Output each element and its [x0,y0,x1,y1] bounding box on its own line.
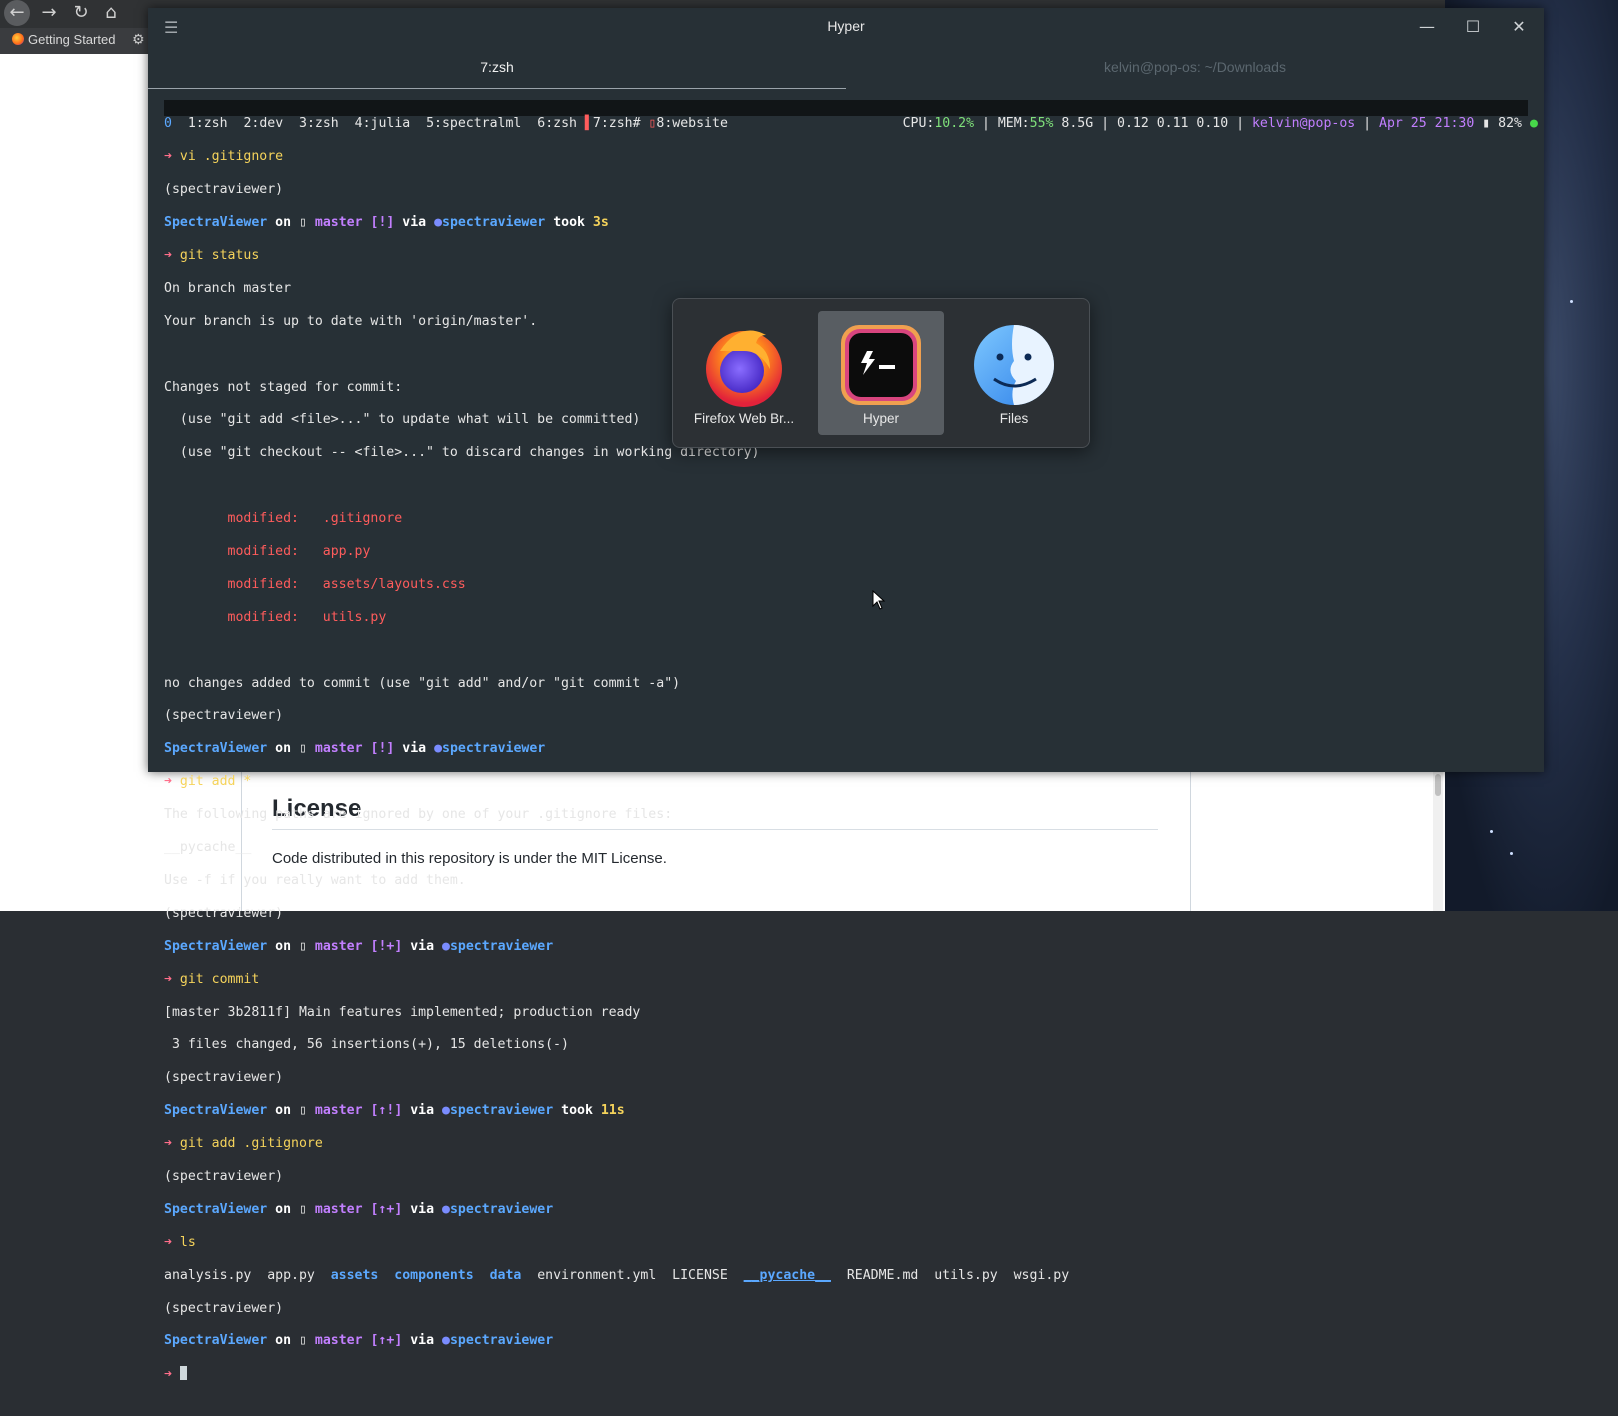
mem-label: MEM: [997,116,1030,132]
mouse-pointer-icon [872,590,886,610]
gear-icon[interactable]: ⚙ [132,32,145,48]
terminal-line: On branch master [164,280,292,296]
status-user: kelvin@pop-os [1251,116,1356,132]
command-text: vi .gitignore [179,149,284,165]
branch-icon: ▯ [299,1333,307,1349]
command-text: ls [179,1234,196,1250]
status-line: 0 1:zsh 2:dev 3:zsh 4:julia 5:spectralml… [164,116,1538,132]
status-dot-icon: ● [1529,116,1538,132]
terminal-line: no changes added to commit (use "git add… [164,675,681,691]
files-icon [974,325,1054,405]
cpu-value: 10.2% [934,116,975,132]
app-label-firefox: Firefox Web Br... [693,411,795,426]
terminal-line: [master 3b2811f] Main features implement… [164,1004,641,1020]
star [1570,300,1573,303]
app-label-hyper: Hyper [862,411,899,426]
status-window-5[interactable]: 5:spectralml [426,116,521,131]
status-window-4[interactable]: 4:julia [355,116,411,131]
prompt-line: SpectraViewer on ▯ master [↑!] via ●spec… [164,1103,625,1119]
terminal-line: ➜ git add .gitignore [164,1136,323,1152]
tab-bar: 7:zsh kelvin@pop-os: ~/Downloads [148,48,1544,89]
terminal-line: ➜ vi .gitignore [164,149,284,165]
home-icon[interactable]: ⌂ [98,0,124,26]
prompt-line: SpectraViewer on ▯ master [!] via ●spect… [164,741,546,757]
app-label-files: Files [999,411,1029,426]
command-text: git commit [179,971,260,987]
prompt-line: SpectraViewer on ▯ master [!+] via ●spec… [164,938,554,954]
status-window-6[interactable]: 6:zsh [537,116,577,131]
back-icon[interactable]: ← [4,0,30,26]
terminal-line: ➜ git commit [164,971,260,987]
modified-file-line: modified: assets/layouts.css [164,576,466,592]
window-title: Hyper [827,18,865,34]
firefox-favicon-icon [12,33,24,45]
mem-value: 55% [1029,116,1054,132]
reload-icon[interactable]: ↻ [68,0,94,26]
branch-icon: ▯ [299,1201,307,1217]
switcher-app-firefox[interactable]: Firefox Web Br... [681,311,807,435]
ls-output: analysis.py app.py assets components dat… [164,1267,1070,1283]
terminal-line: 3 files changed, 56 insertions(+), 15 de… [164,1037,569,1053]
command-text: git add * [179,774,252,790]
branch-icon: ▯ [299,938,307,954]
battery-level: 82% [1498,116,1522,132]
bookmark-getting-started[interactable]: Getting Started [12,32,115,47]
command-text: git status [179,248,260,264]
terminal-line: __pycache__ [164,840,252,856]
active-marker-icon: ▌ [584,116,593,132]
prompt-line: SpectraViewer on ▯ master [↑+] via ●spec… [164,1333,554,1349]
modified-file-line: modified: app.py [164,544,371,560]
status-window-7[interactable]: 7:zsh# [593,116,641,131]
status-window-1[interactable]: 1:zsh [188,116,228,131]
forward-icon[interactable]: → [36,0,62,26]
load-average: 0.12 0.11 0.10 [1117,116,1229,132]
switcher-app-hyper[interactable]: Hyper [818,311,944,435]
branch-icon: ▯ [299,215,307,231]
tab-7-zsh[interactable]: 7:zsh [148,48,846,89]
terminal-line: ➜ git add * [164,774,252,790]
cpu-label: CPU: [902,116,935,132]
terminal-line: (spectraviewer) [164,708,284,724]
terminal-line: Use -f if you really want to add them. [164,872,466,888]
hyper-titlebar[interactable]: ☰ Hyper — ☐ ✕ [148,8,1544,46]
terminal-line: (spectraviewer) [164,1300,284,1316]
terminal-line: (spectraviewer) [164,905,284,921]
maximize-icon[interactable]: ☐ [1458,16,1488,38]
terminal-cursor [179,1366,187,1381]
switcher-app-files[interactable]: Files [951,311,1077,435]
mem-size: 8.5G [1061,116,1094,132]
branch-icon: ▯ [299,741,307,757]
terminal-line: ➜ ls [164,1234,196,1250]
command-text: git add .gitignore [179,1136,323,1152]
battery-icon: ▮ [1482,116,1491,132]
minimize-icon[interactable]: — [1412,16,1442,38]
firefox-icon [706,330,782,407]
tab-downloads[interactable]: kelvin@pop-os: ~/Downloads [846,48,1544,88]
branch-icon: ▯ [299,1103,307,1119]
hyper-icon [841,325,921,405]
terminal-line: ➜ git status [164,248,260,264]
prompt-line: SpectraViewer on ▯ master [!] via ●spect… [164,215,609,231]
modified-file-line: modified: utils.py [164,609,387,625]
bookmarks-bar: Getting Started [0,28,150,54]
status-window-0[interactable]: 0 [164,116,172,131]
status-window-2[interactable]: 2:dev [243,116,283,131]
terminal-line: The following paths are ignored by one o… [164,807,673,823]
modified-file-line: modified: .gitignore [164,511,403,527]
bookmark-label: Getting Started [28,32,116,47]
terminal-line: (spectraviewer) [164,182,284,198]
terminal-line: (spectraviewer) [164,1070,284,1086]
prompt-line: SpectraViewer on ▯ master [↑+] via ●spec… [164,1201,554,1217]
close-icon[interactable]: ✕ [1504,16,1534,38]
current-prompt[interactable]: ➜ [164,1366,1534,1382]
status-window-3[interactable]: 3:zsh [299,116,339,131]
app-switcher: Firefox Web Br... Hyper Files [672,298,1090,448]
status-window-8[interactable]: 8:website [656,116,727,131]
status-datetime: Apr 25 21:30 [1379,116,1475,132]
terminal-line: (spectraviewer) [164,1168,284,1184]
